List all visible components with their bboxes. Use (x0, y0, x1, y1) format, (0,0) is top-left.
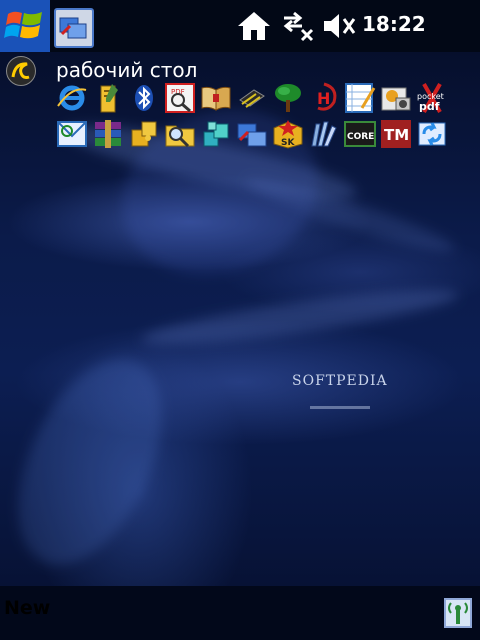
antenna-signal-icon (448, 602, 468, 624)
internet-explorer-icon[interactable] (56, 82, 88, 114)
svg-text:pdf: pdf (419, 100, 440, 113)
folder-search-icon[interactable] (164, 118, 196, 150)
softkey-bar (0, 586, 480, 640)
pdf-viewer-icon[interactable]: PDF (164, 82, 196, 114)
pocket-pdf-icon[interactable]: pocket pdf (416, 82, 448, 114)
bluetooth-icon[interactable] (128, 82, 160, 114)
svg-text:TM: TM (384, 126, 409, 144)
sync-icon[interactable] (416, 118, 448, 150)
today-title: рабочий стол (56, 58, 198, 82)
remote-desktop-icon[interactable] (236, 118, 268, 150)
chip-memory-icon[interactable] (236, 82, 268, 114)
clock[interactable]: 18:22 (362, 12, 426, 36)
pencil-notes-icon[interactable] (92, 82, 124, 114)
remote-desktop-taskbar-button[interactable] (54, 8, 94, 48)
core-icon[interactable]: CORE (344, 118, 376, 150)
remote-desktop-icon (59, 17, 87, 39)
windows-flag-icon (4, 11, 42, 39)
puzzle-icon[interactable] (128, 118, 160, 150)
winrar-archive-icon[interactable] (92, 118, 124, 150)
notepad-grid-icon[interactable] (344, 82, 376, 114)
svg-text:SK: SK (281, 138, 295, 148)
new-softkey[interactable]: New (4, 597, 50, 619)
wallpaper-brand: SOFTPEDIA (292, 373, 388, 389)
start-button[interactable] (0, 0, 50, 52)
connectivity-off-icon[interactable] (280, 10, 316, 42)
puzzle-blue-icon[interactable] (200, 118, 232, 150)
svg-text:H: H (317, 89, 330, 108)
home-icon[interactable] (236, 10, 272, 42)
tree-icon[interactable] (272, 82, 304, 114)
h-app-icon[interactable]: H (308, 82, 340, 114)
tm-icon[interactable]: TM (380, 118, 412, 150)
today-logo (6, 56, 36, 86)
sk-box-icon[interactable]: SK (272, 118, 304, 150)
svg-text:CORE: CORE (347, 132, 374, 142)
photo-edit-icon[interactable] (380, 82, 412, 114)
book-reader-icon[interactable] (200, 82, 232, 114)
books-icon[interactable] (308, 118, 340, 150)
volume-mute-icon[interactable] (322, 10, 358, 42)
connectivity-button[interactable] (444, 598, 472, 628)
email-icon[interactable] (56, 118, 88, 150)
swirl-logo-icon (11, 62, 30, 79)
wallpaper-url-mark (310, 406, 370, 409)
